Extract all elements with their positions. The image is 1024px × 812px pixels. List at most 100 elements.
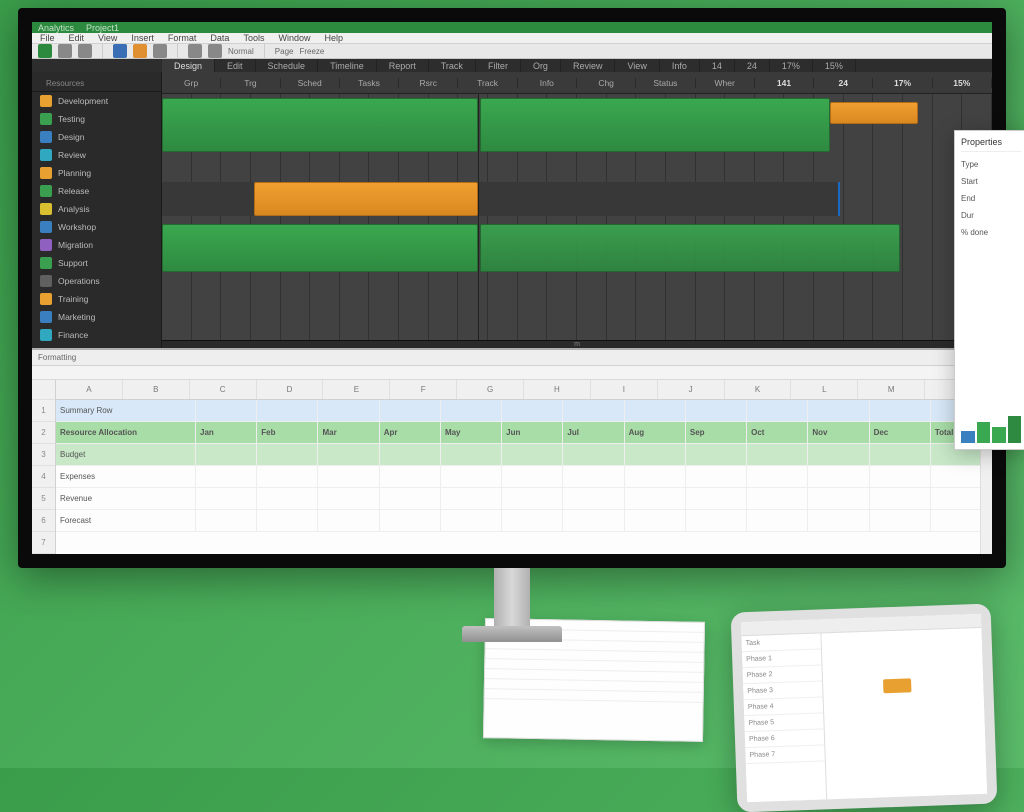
gantt-column-header[interactable]: Tasks — [340, 78, 399, 88]
menu-item[interactable]: Format — [168, 33, 197, 43]
cell[interactable]: Mar — [318, 422, 379, 443]
menu-item[interactable]: File — [40, 33, 55, 43]
menu-item[interactable]: Help — [324, 33, 343, 43]
tablet-highlight-cell[interactable] — [883, 678, 911, 693]
column-header[interactable]: F — [390, 380, 457, 399]
cell[interactable] — [318, 488, 379, 509]
gantt-bar[interactable] — [478, 182, 838, 216]
cell[interactable] — [380, 510, 441, 531]
cell[interactable] — [747, 444, 808, 465]
sidebar-item[interactable]: Development — [32, 92, 161, 110]
context-tab[interactable]: Review — [561, 59, 616, 72]
row-number[interactable]: 4 — [32, 466, 55, 488]
cell[interactable] — [747, 400, 808, 421]
cell[interactable]: Nov — [808, 422, 869, 443]
cell[interactable] — [318, 466, 379, 487]
context-tab[interactable]: 14 — [700, 59, 735, 72]
gantt-bar[interactable] — [162, 182, 254, 216]
cell[interactable]: Apr — [380, 422, 441, 443]
row-number[interactable]: 1 — [32, 400, 55, 422]
redo-icon[interactable] — [78, 44, 92, 58]
context-tab[interactable]: 15% — [813, 59, 856, 72]
sidebar-item[interactable]: Operations — [32, 272, 161, 290]
corner-cell[interactable] — [32, 380, 55, 400]
gantt-column-header[interactable]: Grp — [162, 78, 221, 88]
cell[interactable]: Summary Row — [56, 400, 196, 421]
row-number[interactable]: 7 — [32, 532, 55, 554]
gantt-column-header[interactable]: Info — [518, 78, 577, 88]
context-tab[interactable]: Info — [660, 59, 700, 72]
sidebar-item[interactable]: Finance — [32, 326, 161, 344]
table-row[interactable]: Budget — [56, 444, 992, 466]
cell[interactable]: Budget — [56, 444, 196, 465]
cell[interactable] — [380, 466, 441, 487]
column-header[interactable]: H — [524, 380, 591, 399]
menu-item[interactable]: Insert — [131, 33, 154, 43]
cell[interactable] — [196, 488, 257, 509]
menu-item[interactable]: Tools — [243, 33, 264, 43]
cell[interactable]: Jul — [563, 422, 624, 443]
cell[interactable] — [747, 510, 808, 531]
cell[interactable] — [870, 488, 931, 509]
sidebar-item[interactable]: Review — [32, 146, 161, 164]
menu-item[interactable]: Data — [210, 33, 229, 43]
menu-item[interactable]: Edit — [69, 33, 85, 43]
row-number[interactable]: 5 — [32, 488, 55, 510]
cell[interactable] — [808, 510, 869, 531]
gantt-bar[interactable] — [162, 224, 478, 272]
cell[interactable] — [502, 400, 563, 421]
cell[interactable] — [380, 444, 441, 465]
table-row[interactable]: Forecast — [56, 510, 992, 532]
cell[interactable]: Resource Allocation — [56, 422, 196, 443]
cell[interactable] — [563, 510, 624, 531]
cell[interactable]: Expenses — [56, 466, 196, 487]
context-tab[interactable]: 24 — [735, 59, 770, 72]
gantt-column-header[interactable]: 141 — [755, 78, 814, 88]
gantt-column-header[interactable]: Trg — [221, 78, 280, 88]
bold-icon[interactable] — [188, 44, 202, 58]
cell[interactable]: Forecast — [56, 510, 196, 531]
cell[interactable] — [441, 466, 502, 487]
column-header[interactable]: C — [190, 380, 257, 399]
cell[interactable] — [686, 400, 747, 421]
context-tab[interactable]: Filter — [476, 59, 521, 72]
gantt-bar[interactable] — [480, 224, 900, 272]
cell[interactable] — [257, 488, 318, 509]
cell[interactable]: Aug — [625, 422, 686, 443]
cell[interactable]: Jan — [196, 422, 257, 443]
table-row[interactable]: Expenses — [56, 466, 992, 488]
cell[interactable] — [563, 444, 624, 465]
cell[interactable] — [747, 488, 808, 509]
cell[interactable] — [625, 400, 686, 421]
cell[interactable]: Sep — [686, 422, 747, 443]
gantt-bar[interactable] — [480, 98, 830, 152]
cut-icon[interactable] — [153, 44, 167, 58]
column-header[interactable]: G — [457, 380, 524, 399]
cell[interactable] — [196, 466, 257, 487]
cell[interactable] — [686, 466, 747, 487]
cell[interactable]: May — [441, 422, 502, 443]
copy-icon[interactable] — [133, 44, 147, 58]
cell[interactable] — [870, 510, 931, 531]
gantt-column-header[interactable]: 24 — [814, 78, 873, 88]
table-row[interactable]: Summary Row — [56, 400, 992, 422]
cell[interactable] — [196, 444, 257, 465]
cell[interactable] — [563, 488, 624, 509]
sidebar-item[interactable]: Workshop — [32, 218, 161, 236]
cell[interactable] — [502, 510, 563, 531]
cell[interactable] — [563, 400, 624, 421]
context-tab[interactable]: Track — [429, 59, 476, 72]
cell[interactable] — [563, 466, 624, 487]
cell[interactable] — [441, 444, 502, 465]
gantt-column-header[interactable]: 17% — [873, 78, 932, 88]
sidebar-item[interactable]: Support — [32, 254, 161, 272]
column-header[interactable]: J — [658, 380, 725, 399]
sheet-formula-bar[interactable] — [32, 366, 992, 380]
cell[interactable] — [318, 400, 379, 421]
cell[interactable] — [625, 444, 686, 465]
cell[interactable]: Jun — [502, 422, 563, 443]
column-header[interactable]: B — [123, 380, 190, 399]
context-tab[interactable]: Design — [162, 59, 215, 72]
gantt-bar[interactable] — [254, 182, 478, 216]
cell[interactable] — [747, 466, 808, 487]
